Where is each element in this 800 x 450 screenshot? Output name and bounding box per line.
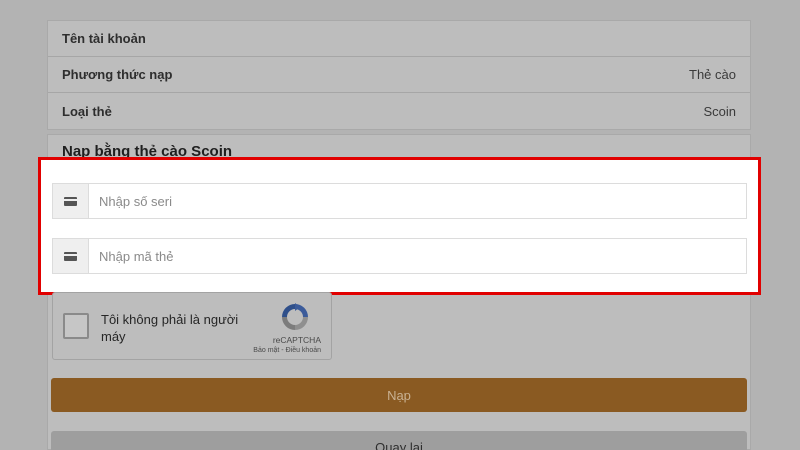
info-row-account: Tên tài khoản xyxy=(48,21,750,57)
serial-input[interactable] xyxy=(89,184,746,218)
submit-button[interactable]: Nạp xyxy=(51,378,747,412)
credit-card-icon xyxy=(64,251,77,261)
info-value-card-type: Scoin xyxy=(703,103,736,119)
serial-addon xyxy=(53,184,89,218)
info-row-method: Phương thức nạp Thẻ cào xyxy=(48,57,750,93)
form-title: Nạp bằng thẻ cào Scoin xyxy=(62,143,233,160)
page: Tên tài khoản Phương thức nạp Thẻ cào Lo… xyxy=(0,0,800,450)
code-addon xyxy=(53,239,89,273)
recaptcha-logo-icon xyxy=(282,303,308,330)
info-label-card-type: Loại thẻ xyxy=(62,103,112,119)
account-info-card: Tên tài khoản Phương thức nạp Thẻ cào Lo… xyxy=(47,20,751,130)
recaptcha-brand: reCAPTCHA xyxy=(272,335,321,345)
info-label-method: Phương thức nạp xyxy=(62,67,173,82)
credit-card-icon xyxy=(64,196,77,206)
recaptcha-label: Tôi không phải là người máy xyxy=(101,312,239,344)
card-code-input[interactable] xyxy=(89,239,746,273)
recaptcha-links[interactable]: Bảo mật - Điều khoản xyxy=(253,347,321,354)
recaptcha-checkbox[interactable] xyxy=(63,313,89,339)
back-button[interactable]: Quay lại xyxy=(51,431,747,450)
info-value-method: Thẻ cào xyxy=(689,67,736,82)
recaptcha-widget: Tôi không phải là người máy reCAPTCHA Bả… xyxy=(52,292,332,360)
serial-input-group xyxy=(52,183,747,219)
info-label-account: Tên tài khoản xyxy=(62,31,146,46)
info-row-card-type: Loại thẻ Scoin xyxy=(48,93,750,129)
card-code-input-group xyxy=(52,238,747,274)
